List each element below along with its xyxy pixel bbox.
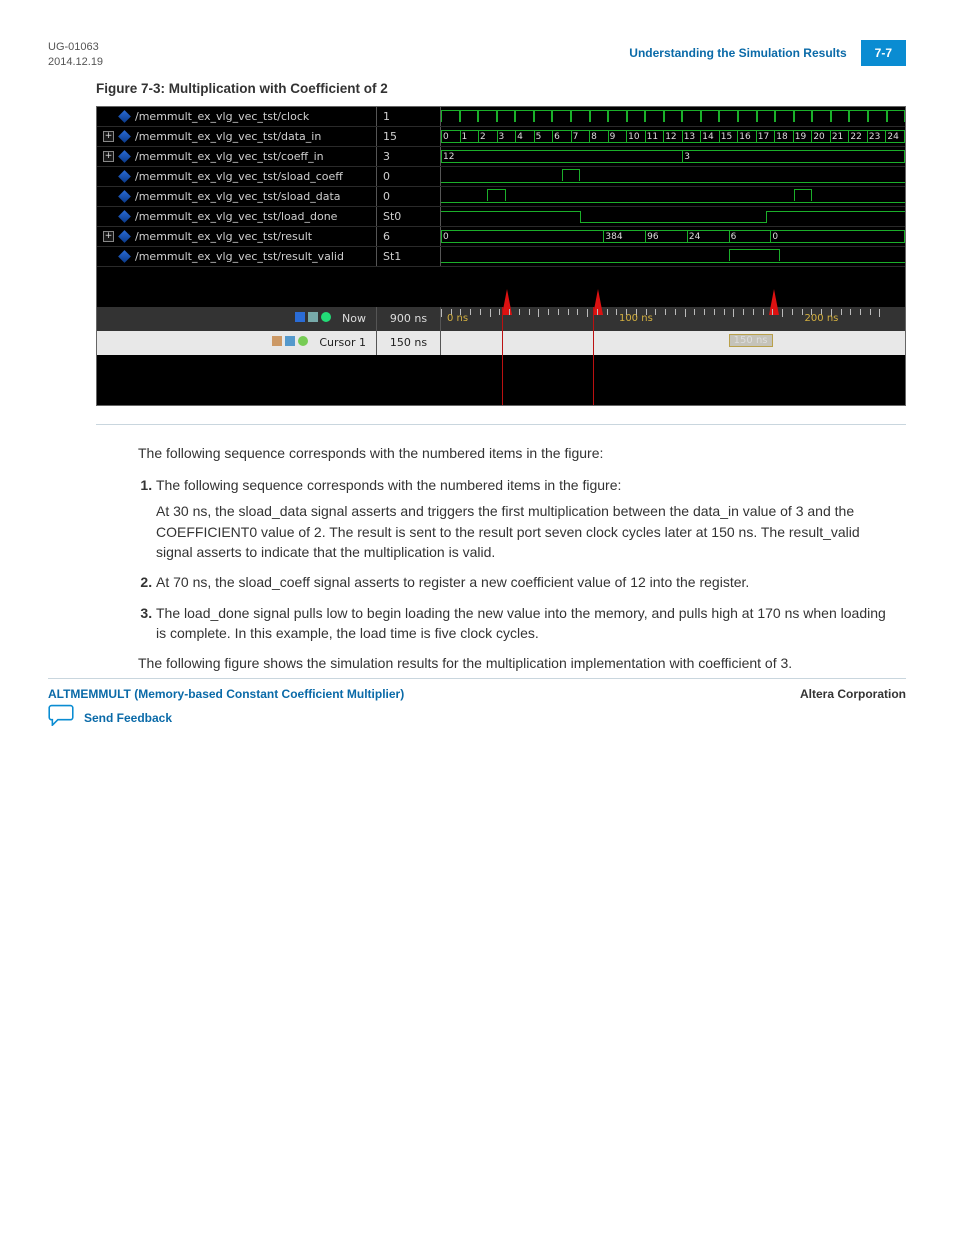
signal-diamond-icon xyxy=(118,110,131,123)
cursor-label: Cursor 1 xyxy=(319,336,366,349)
signal-value: 3 xyxy=(377,147,441,166)
signal-name[interactable]: +/memmult_ex_vlg_vec_tst/coeff_in xyxy=(97,147,377,166)
feedback-block: Send Feedback xyxy=(48,704,172,731)
signal-name[interactable]: /memmult_ex_vlg_vec_tst/sload_data xyxy=(97,187,377,206)
signal-name[interactable]: /memmult_ex_vlg_vec_tst/load_done xyxy=(97,207,377,226)
signal-name[interactable]: /memmult_ex_vlg_vec_tst/result_valid xyxy=(97,247,377,266)
signal-row[interactable]: /memmult_ex_vlg_vec_tst/sload_data0 xyxy=(97,187,905,207)
signal-wave xyxy=(441,247,905,266)
axis-label-mid: 100 ns xyxy=(619,313,653,324)
cursor-tool-icons xyxy=(272,336,311,349)
now-value: 900 ns xyxy=(377,307,441,331)
toolstrip-icons xyxy=(295,312,334,325)
signal-diamond-icon xyxy=(118,190,131,203)
doc-meta: UG-01063 2014.12.19 xyxy=(48,40,103,71)
chat-bubble-icon[interactable] xyxy=(48,704,74,731)
signal-wave xyxy=(441,187,905,206)
doc-date: 2014.12.19 xyxy=(48,55,103,70)
signal-diamond-icon xyxy=(118,230,131,243)
signal-wave: 123 xyxy=(441,147,905,166)
axis-label-left: 0 ns xyxy=(447,313,468,324)
signal-diamond-icon xyxy=(118,150,131,163)
now-label: Now xyxy=(342,312,366,325)
time-rows: Now 900 ns 0 ns 100 ns 200 ns Cursor 1 1… xyxy=(97,307,905,355)
signal-row[interactable]: /memmult_ex_vlg_vec_tst/sload_coeff0 xyxy=(97,167,905,187)
numbered-list: The following sequence corresponds with … xyxy=(138,475,898,643)
cursor-marker[interactable]: 150 ns xyxy=(729,334,773,347)
marker-line-2 xyxy=(593,307,594,405)
signal-diamond-icon xyxy=(118,210,131,223)
signal-row[interactable]: /memmult_ex_vlg_vec_tst/result_validSt1 xyxy=(97,247,905,267)
signal-value: 6 xyxy=(377,227,441,246)
send-feedback-link[interactable]: Send Feedback xyxy=(84,711,172,725)
footer-right: Altera Corporation xyxy=(800,687,906,701)
marker-line-1 xyxy=(502,307,503,405)
doc-id: UG-01063 xyxy=(48,40,103,55)
signal-row[interactable]: /memmult_ex_vlg_vec_tst/load_doneSt0 xyxy=(97,207,905,227)
page-header: UG-01063 2014.12.19 Understanding the Si… xyxy=(48,40,906,71)
signal-name[interactable]: +/memmult_ex_vlg_vec_tst/data_in xyxy=(97,127,377,146)
signal-value: St0 xyxy=(377,207,441,226)
axis-label-right: 200 ns xyxy=(805,313,839,324)
signal-value: 0 xyxy=(377,167,441,186)
signal-wave xyxy=(441,207,905,226)
signal-wave: 0384962460 xyxy=(441,227,905,246)
now-row: Now 900 ns 0 ns 100 ns 200 ns xyxy=(97,307,905,331)
signal-row[interactable]: +/memmult_ex_vlg_vec_tst/data_in15012345… xyxy=(97,127,905,147)
signal-diamond-icon xyxy=(118,170,131,183)
signal-value: St1 xyxy=(377,247,441,266)
list-item: The following sequence corresponds with … xyxy=(156,475,898,562)
signal-wave xyxy=(441,107,905,126)
signal-name[interactable]: +/memmult_ex_vlg_vec_tst/result xyxy=(97,227,377,246)
outro-paragraph: The following figure shows the simulatio… xyxy=(138,653,898,673)
signal-value: 15 xyxy=(377,127,441,146)
cursor-row: Cursor 1 150 ns 150 ns xyxy=(97,331,905,355)
signal-diamond-icon xyxy=(118,250,131,263)
signal-row[interactable]: /memmult_ex_vlg_vec_tst/clock1 xyxy=(97,107,905,127)
expand-icon[interactable]: + xyxy=(103,151,114,162)
signal-value: 0 xyxy=(377,187,441,206)
signal-diamond-icon xyxy=(118,130,131,143)
signal-row[interactable]: +/memmult_ex_vlg_vec_tst/result603849624… xyxy=(97,227,905,247)
signal-wave: 0123456789101112131415161718192021222324 xyxy=(441,127,905,146)
signal-wave xyxy=(441,167,905,186)
header-right: Understanding the Simulation Results 7-7 xyxy=(629,40,906,66)
list-item: At 70 ns, the sload_coeff signal asserts… xyxy=(156,572,898,592)
expand-icon[interactable]: + xyxy=(103,131,114,142)
section-title: Understanding the Simulation Results xyxy=(629,46,846,60)
signal-value: 1 xyxy=(377,107,441,126)
footer-left: ALTMEMMULT (Memory-based Constant Coeffi… xyxy=(48,687,404,701)
waveform-viewer: /memmult_ex_vlg_vec_tst/clock1+/memmult_… xyxy=(96,106,906,406)
expand-icon[interactable]: + xyxy=(103,231,114,242)
signal-name[interactable]: /memmult_ex_vlg_vec_tst/sload_coeff xyxy=(97,167,377,186)
list-item: The load_done signal pulls low to begin … xyxy=(156,603,898,644)
page-footer: ALTMEMMULT (Memory-based Constant Coeffi… xyxy=(48,678,906,701)
page-badge: 7-7 xyxy=(861,40,906,66)
body-text: The following sequence corresponds with … xyxy=(138,443,898,674)
figure-caption: Figure 7-3: Multiplication with Coeffici… xyxy=(96,81,906,96)
signal-name[interactable]: /memmult_ex_vlg_vec_tst/clock xyxy=(97,107,377,126)
cursor-value: 150 ns xyxy=(377,331,441,355)
intro-paragraph: The following sequence corresponds with … xyxy=(138,443,898,463)
signal-row[interactable]: +/memmult_ex_vlg_vec_tst/coeff_in3123 xyxy=(97,147,905,167)
